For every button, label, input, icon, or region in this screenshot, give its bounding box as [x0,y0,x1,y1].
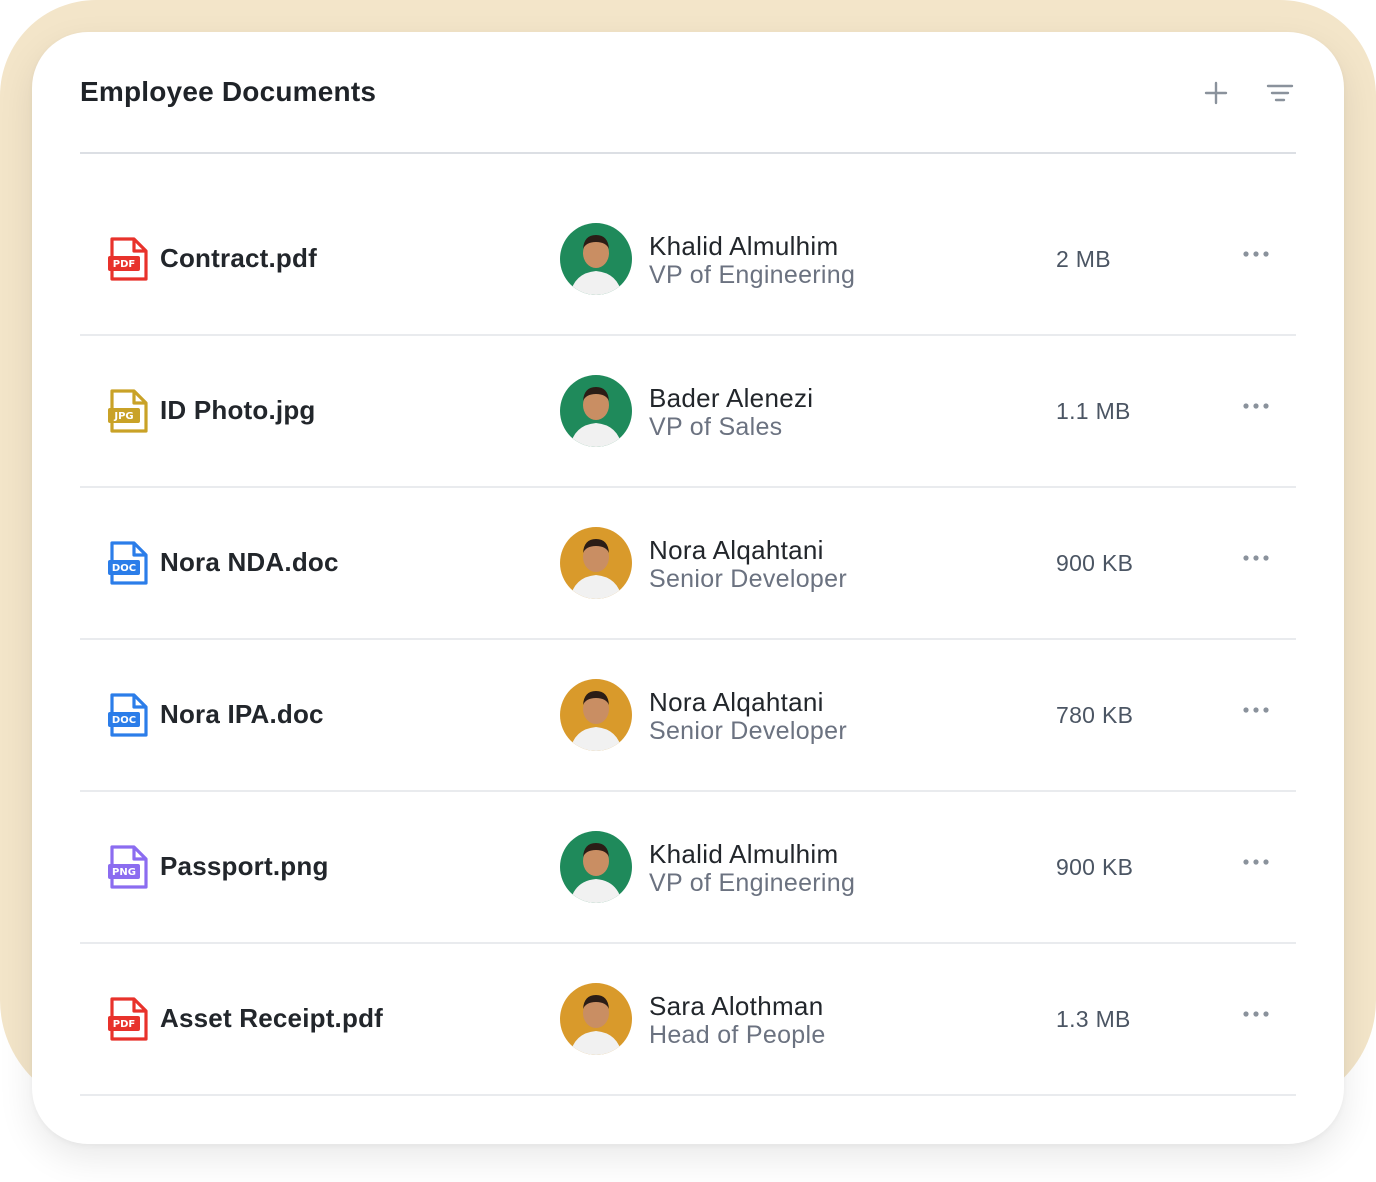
person-role: Senior Developer [649,717,847,745]
row-more-button[interactable] [1238,396,1274,416]
file-type-icon: PDF [108,997,148,1041]
person-role: VP of Sales [649,413,783,441]
document-row[interactable]: PDF Contract.pdf Khalid Almulhim VP of E… [80,184,1296,336]
file-type-icon: DOC [108,541,148,585]
person-name: Khalid Almulhim [649,231,839,261]
person-name: Sara Alothman [649,991,824,1021]
page-title: Employee Documents [80,76,377,107]
more-horizontal-icon [1243,403,1269,409]
more-horizontal-icon [1243,251,1269,257]
file-type-label: JPG [113,411,133,422]
more-horizontal-icon [1243,1011,1269,1017]
person-silhouette-icon [570,691,622,751]
filter-lines-icon [1266,84,1294,102]
documents-card: Employee Documents PDF Contract.pdf Khal… [32,32,1344,1144]
file-name[interactable]: Nora NDA.doc [160,547,339,578]
more-horizontal-icon [1243,859,1269,865]
more-horizontal-icon [1243,555,1269,561]
file-type-label: PDF [113,259,135,270]
file-size: 900 KB [1056,854,1134,880]
more-horizontal-icon [1243,707,1269,713]
filter-button[interactable] [1263,76,1297,110]
avatar [560,527,632,599]
row-more-button[interactable] [1238,700,1274,720]
row-more-button[interactable] [1238,244,1274,264]
document-row[interactable]: JPG ID Photo.jpg Bader Alenezi VP of Sal… [80,336,1296,488]
card-header: Employee Documents [80,32,1296,154]
file-name[interactable]: Contract.pdf [160,243,317,274]
file-name[interactable]: Passport.png [160,851,329,882]
row-more-button[interactable] [1238,852,1274,872]
avatar [560,679,632,751]
file-size: 2 MB [1056,246,1111,272]
avatar [560,983,632,1055]
row-more-button[interactable] [1238,548,1274,568]
person-name: Nora Alqahtani [649,535,824,565]
file-size: 780 KB [1056,702,1134,728]
avatar [560,831,632,903]
person-role: VP of Engineering [649,869,856,897]
avatar [560,223,632,295]
person-name: Bader Alenezi [649,383,814,413]
file-type-label: DOC [112,563,136,574]
row-more-button[interactable] [1238,1004,1274,1024]
file-name[interactable]: Nora IPA.doc [160,699,324,730]
document-row[interactable]: PNG Passport.png Khalid Almulhim VP of E… [80,792,1296,944]
person-silhouette-icon [570,995,622,1055]
file-type-label: PNG [112,867,136,878]
file-type-icon: DOC [108,693,148,737]
document-row[interactable]: DOC Nora NDA.doc Nora Alqahtani Senior D… [80,488,1296,640]
document-row[interactable]: DOC Nora IPA.doc Nora Alqahtani Senior D… [80,640,1296,792]
document-row[interactable]: PDF Asset Receipt.pdf Sara Alothman Head… [80,944,1296,1096]
file-name[interactable]: ID Photo.jpg [160,395,315,426]
person-role: VP of Engineering [649,261,856,289]
file-size: 1.1 MB [1056,398,1131,424]
file-name[interactable]: Asset Receipt.pdf [160,1003,383,1034]
person-role: Head of People [649,1021,826,1049]
person-silhouette-icon [570,843,622,903]
person-silhouette-icon [570,235,622,295]
file-type-label: PDF [113,1019,135,1030]
file-type-icon: PDF [108,237,148,281]
person-silhouette-icon [570,539,622,599]
add-document-button[interactable] [1199,76,1233,110]
avatar [560,375,632,447]
file-type-icon: JPG [108,389,148,433]
file-size: 1.3 MB [1056,1006,1131,1032]
file-size: 900 KB [1056,550,1134,576]
file-type-label: DOC [112,715,136,726]
person-name: Nora Alqahtani [649,687,824,717]
person-name: Khalid Almulhim [649,839,839,869]
file-type-icon: PNG [108,845,148,889]
person-role: Senior Developer [649,565,847,593]
plus-icon [1204,81,1228,105]
person-silhouette-icon [570,387,622,447]
